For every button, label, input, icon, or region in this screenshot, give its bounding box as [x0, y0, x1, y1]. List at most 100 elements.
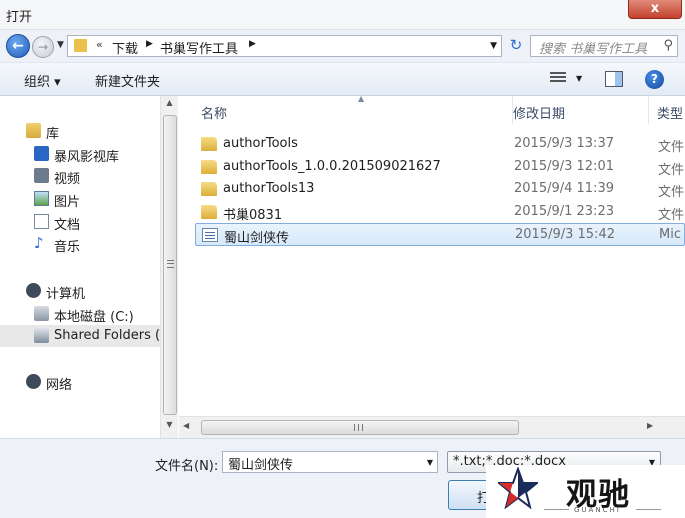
music-icon: ♪ [34, 234, 44, 252]
nav-item-computer[interactable]: 计算机 [0, 280, 160, 302]
grip-icon [167, 260, 174, 268]
preview-pane-icon[interactable] [605, 71, 623, 87]
breadcrumb-separator-icon[interactable]: ▶ [249, 39, 256, 49]
file-row-selected[interactable]: 蜀山剑侠传 2015/9/3 15:42 Mic [195, 223, 685, 246]
column-header-label: 类型 [657, 107, 684, 122]
document-icon [34, 214, 49, 229]
nav-item-music[interactable]: ♪ 音乐 [0, 233, 160, 256]
nav-item-label: 文档 [54, 218, 81, 233]
file-list: 名称 ▲ 修改日期 类型 authorTools 2015/9/3 13:37 … [179, 96, 685, 416]
chevron-down-icon[interactable]: ▼ [427, 458, 433, 467]
file-name: 蜀山剑侠传 [224, 231, 290, 246]
refresh-icon[interactable]: ↻ [505, 35, 527, 57]
breadcrumb-separator-icon[interactable]: ▶ [146, 39, 153, 49]
nav-item-label: 库 [46, 127, 60, 142]
nav-item-label: 音乐 [54, 240, 81, 255]
address-bar[interactable]: « 下载 ▶ 书巢写作工具 ▶ ▼ [67, 35, 502, 57]
column-header-label: 名称 [201, 107, 228, 122]
file-date: 2015/9/3 15:42 [515, 227, 615, 242]
search-placeholder: 搜索 书巢写作工具 [539, 42, 648, 57]
nav-item-shared-folders[interactable]: Shared Folders (\ [0, 325, 160, 347]
file-type: 文件 [658, 163, 685, 178]
search-input[interactable]: 搜索 书巢写作工具 ⚲ [530, 35, 678, 57]
breadcrumb-downloads[interactable]: 下载 [112, 38, 138, 57]
nav-item-storm-video[interactable]: 暴风影视库 [0, 143, 160, 165]
watermark-logo: 观驰 GUANCHI [486, 465, 685, 518]
view-options-icon[interactable] [550, 70, 566, 86]
column-header-modified[interactable]: 修改日期 [505, 96, 649, 124]
nav-item-documents[interactable]: 文档 [0, 211, 160, 233]
file-date: 2015/9/3 12:01 [514, 159, 614, 174]
file-date: 2015/9/1 23:23 [514, 204, 614, 219]
divider [636, 509, 661, 510]
breadcrumb-overflow[interactable]: « [96, 38, 103, 51]
filename-value: 蜀山剑侠传 [228, 458, 294, 473]
file-row[interactable]: authorTools_1.0.0.201509021627 2015/9/3 … [195, 156, 685, 179]
sort-ascending-icon: ▲ [358, 96, 365, 103]
shared-folder-icon [34, 328, 49, 343]
back-button[interactable]: ← [6, 34, 30, 58]
star-logo-icon [498, 467, 538, 509]
nav-item-label: 视频 [54, 172, 81, 187]
disk-icon [34, 306, 49, 321]
new-folder-button[interactable]: 新建文件夹 [95, 71, 160, 90]
close-button[interactable]: x [628, 0, 682, 19]
nav-item-label: 网络 [46, 378, 73, 393]
nav-item-videos[interactable]: 视频 [0, 165, 160, 187]
scroll-up-icon[interactable]: ▲ [161, 98, 178, 113]
column-header-name[interactable]: 名称 ▲ [193, 96, 513, 124]
nav-item-label: 图片 [54, 195, 81, 210]
filename-input[interactable]: 蜀山剑侠传 ▼ [222, 451, 438, 473]
nav-item-label: 暴风影视库 [54, 150, 120, 165]
scroll-thumb[interactable] [163, 115, 177, 415]
video-library-icon [34, 146, 49, 161]
file-type: 文件 [658, 208, 685, 223]
nav-item-pictures[interactable]: 图片 [0, 188, 160, 210]
breadcrumb-current-folder[interactable]: 书巢写作工具 [160, 38, 238, 57]
scroll-thumb[interactable] [201, 420, 519, 435]
file-list-hscrollbar[interactable]: ◀ ▶ [179, 416, 685, 438]
divider [544, 509, 569, 510]
nav-item-label: Shared Folders (\ [54, 328, 160, 343]
computer-icon [26, 283, 41, 298]
folder-icon [74, 39, 87, 52]
folder-icon [201, 137, 217, 151]
folder-icon [201, 182, 217, 196]
scroll-left-icon[interactable]: ◀ [183, 421, 189, 430]
nav-item-local-disk[interactable]: 本地磁盘 (C:) [0, 303, 160, 325]
file-name: 书巢0831 [223, 208, 283, 223]
file-type: 文件 [658, 140, 685, 155]
scroll-right-icon[interactable]: ▶ [647, 421, 653, 430]
nav-item-network[interactable]: 网络 [0, 371, 160, 393]
organize-button[interactable]: 组织 ▾ [24, 71, 61, 90]
nav-scrollbar[interactable]: ▲ ▼ [160, 96, 178, 438]
view-dropdown-icon[interactable]: ▼ [576, 74, 582, 83]
column-header-label: 修改日期 [513, 107, 566, 122]
grip-icon [354, 424, 363, 431]
nav-item-label: 计算机 [46, 287, 86, 302]
watermark-subtext: GUANCHI [574, 506, 621, 514]
file-row[interactable]: authorTools13 2015/9/4 11:39 文件 [195, 178, 685, 201]
forward-button[interactable]: → [32, 36, 54, 58]
window-title: 打开 [6, 10, 33, 25]
folder-icon [201, 205, 217, 219]
file-row[interactable]: 书巢0831 2015/9/1 23:23 文件 [195, 201, 685, 224]
library-icon [26, 123, 41, 138]
file-name: authorTools_1.0.0.201509021627 [223, 159, 441, 174]
nav-item-label: 本地磁盘 (C:) [54, 310, 134, 325]
folder-icon [201, 160, 217, 174]
nav-item-library[interactable]: 库 [0, 120, 160, 142]
recent-locations-dropdown-icon[interactable]: ▼ [57, 40, 64, 50]
navigation-pane: 库 暴风影视库 视频 图片 文档 ♪ 音乐 计算机 本地磁盘 (C:) Shar… [0, 96, 160, 438]
title-bar: 打开 x [0, 0, 685, 30]
file-type: Mic [659, 227, 681, 242]
video-icon [34, 168, 49, 183]
filename-label: 文件名(N): [155, 459, 219, 474]
address-dropdown-icon[interactable]: ▼ [490, 41, 497, 51]
help-icon[interactable]: ? [645, 70, 664, 89]
address-row: ← → ▼ « 下载 ▶ 书巢写作工具 ▶ ▼ ↻ 搜索 书巢写作工具 ⚲ [0, 30, 685, 62]
file-name: authorTools [223, 136, 298, 151]
file-row[interactable]: authorTools 2015/9/3 13:37 文件 [195, 133, 685, 156]
column-header-type[interactable]: 类型 [649, 96, 685, 124]
scroll-down-icon[interactable]: ▼ [161, 420, 178, 435]
